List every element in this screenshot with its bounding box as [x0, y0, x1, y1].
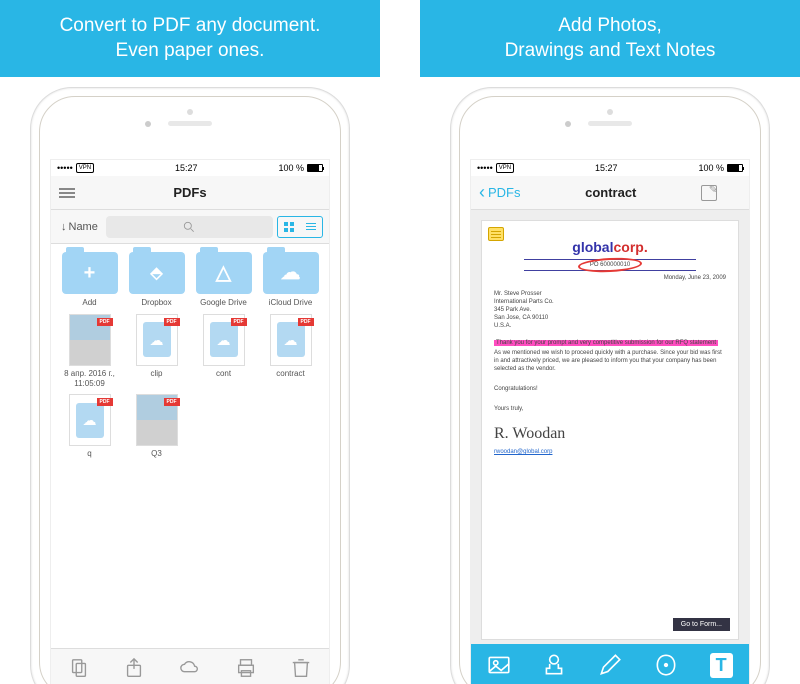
view-toggle[interactable]	[277, 216, 323, 238]
banner-left: Convert to PDF any document. Even paper …	[0, 0, 380, 77]
file-item[interactable]: PDF☁clip	[126, 314, 187, 388]
body-text: Congratulations!	[494, 386, 726, 394]
file-item[interactable]: PDFQ3	[126, 394, 187, 459]
carrier-label: VPN	[496, 163, 514, 173]
search-input[interactable]	[106, 216, 273, 238]
banner-line: Drawings and Text Notes	[428, 39, 792, 64]
body-text: As we mentioned we wish to proceed quick…	[494, 350, 726, 373]
goto-form-button[interactable]: Go to Form...	[673, 618, 730, 631]
banner-line: Even paper ones.	[8, 39, 372, 64]
file-item[interactable]: PDF☁contract	[260, 314, 321, 388]
carrier-label: VPN	[76, 163, 94, 173]
promo-panel-right: Add Photos, Drawings and Text Notes VPN …	[420, 0, 800, 684]
highlighted-text: Thank you for your prompt and very compe…	[494, 340, 718, 346]
clock: 15:27	[175, 163, 198, 173]
banner-line: Add Photos,	[428, 14, 792, 39]
status-bar: VPN 15:27 100 %	[51, 160, 329, 176]
list-view-icon[interactable]	[300, 217, 322, 237]
photo-icon[interactable]	[479, 650, 519, 680]
copy-icon[interactable]	[59, 653, 99, 683]
document-date: Monday, June 23, 2009	[494, 275, 726, 281]
annotation-toolbar: T	[471, 644, 749, 684]
file-item[interactable]: PDF8 апр. 2016 г., 11:05:09	[59, 314, 120, 388]
back-button[interactable]: ‹PDFs	[479, 182, 521, 203]
po-number: PO 600000010	[524, 259, 696, 271]
document-page[interactable]: globalcorp. PO 600000010 Monday, June 23…	[481, 220, 739, 640]
print-icon[interactable]	[226, 653, 266, 683]
menu-icon[interactable]	[59, 186, 77, 200]
battery-icon	[307, 164, 323, 172]
folder-icloud[interactable]: ☁iCloud Drive	[260, 252, 321, 308]
folder-add[interactable]: +Add	[59, 252, 120, 308]
status-bar: VPN 15:27 100 %	[471, 160, 749, 176]
device-mockup: VPN 15:27 100 % PDFs ↓ Name	[0, 77, 380, 684]
bottom-toolbar	[51, 648, 329, 684]
edit-icon[interactable]	[701, 185, 717, 201]
document-logo: globalcorp.	[494, 239, 726, 255]
signal-icon	[57, 163, 73, 173]
clock: 15:27	[595, 163, 618, 173]
file-item[interactable]: PDF☁cont	[193, 314, 254, 388]
folder-dropbox[interactable]: ⬘Dropbox	[126, 252, 187, 308]
address-block: Mr. Steve Prosser International Parts Co…	[494, 291, 726, 330]
battery-percent: 100 %	[278, 163, 304, 173]
share-icon[interactable]	[114, 653, 154, 683]
closing: Yours truly,	[494, 406, 726, 414]
nav-bar: PDFs	[51, 176, 329, 210]
banner-line: Convert to PDF any document.	[8, 14, 372, 39]
pencil-icon[interactable]	[590, 650, 630, 680]
battery-percent: 100 %	[698, 163, 724, 173]
banner-right: Add Photos, Drawings and Text Notes	[420, 0, 800, 77]
file-grid[interactable]: +Add ⬘Dropbox △Google Drive ☁iCloud Driv…	[51, 244, 329, 648]
shape-icon[interactable]	[646, 650, 686, 680]
promo-panel-left: Convert to PDF any document. Even paper …	[0, 0, 380, 684]
toolbar: ↓ Name	[51, 210, 329, 244]
search-icon	[182, 220, 196, 234]
email-link[interactable]: rwoodan@global.corp	[494, 449, 726, 455]
sticky-note-icon[interactable]	[488, 227, 504, 241]
device-mockup: VPN 15:27 100 % ‹PDFs contract	[420, 77, 800, 684]
grid-view-icon[interactable]	[278, 217, 300, 237]
cloud-icon[interactable]	[170, 653, 210, 683]
file-item[interactable]: PDF☁q	[59, 394, 120, 459]
trash-icon[interactable]	[281, 653, 321, 683]
signature: R. Woodan	[494, 425, 726, 443]
signal-icon	[477, 163, 493, 173]
battery-icon	[727, 164, 743, 172]
page-title: PDFs	[173, 185, 206, 200]
nav-bar: ‹PDFs contract	[471, 176, 749, 210]
screen-pdfs-list: VPN 15:27 100 % PDFs ↓ Name	[50, 159, 330, 684]
sort-button[interactable]: ↓ Name	[57, 221, 102, 233]
text-tool-button[interactable]: T	[701, 650, 741, 680]
stamp-icon[interactable]	[534, 650, 574, 680]
folder-google-drive[interactable]: △Google Drive	[193, 252, 254, 308]
document-canvas[interactable]: globalcorp. PO 600000010 Monday, June 23…	[471, 210, 749, 644]
page-title: contract	[585, 185, 636, 200]
screen-document-view: VPN 15:27 100 % ‹PDFs contract	[470, 159, 750, 684]
